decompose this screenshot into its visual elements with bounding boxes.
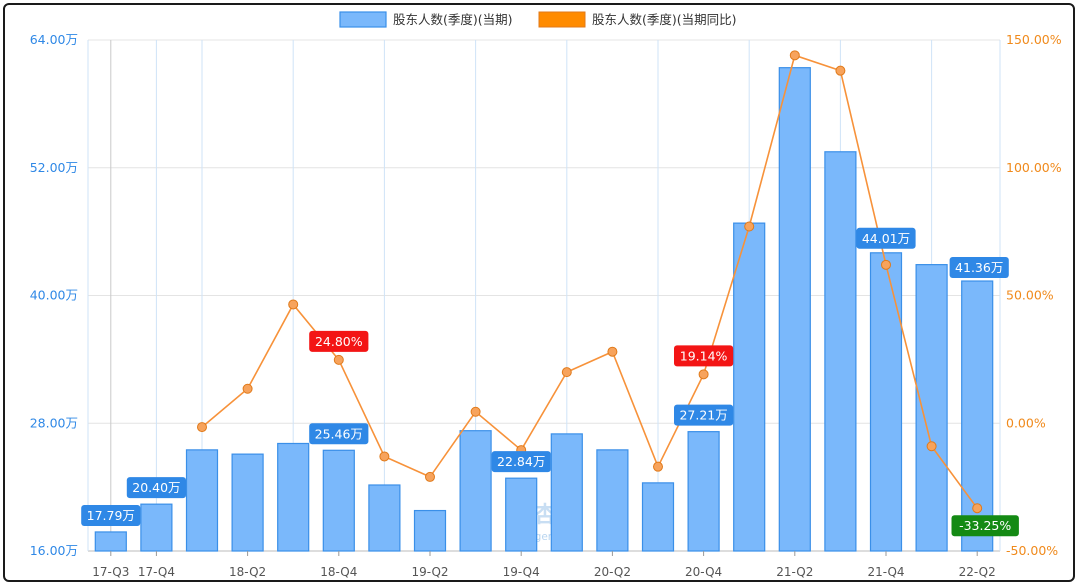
x-tick-label: 18-Q2 (229, 565, 266, 579)
line-point (425, 471, 435, 482)
x-tick-label: 21-Q2 (776, 565, 813, 579)
line-point (744, 221, 755, 232)
line-point (470, 406, 481, 417)
bar (687, 431, 720, 552)
bar (596, 449, 629, 552)
bar (413, 509, 447, 552)
bar (505, 477, 538, 552)
bar (824, 151, 857, 552)
y-left-tick-label: 28.00万 (30, 415, 78, 430)
bar (140, 503, 173, 552)
line-point (926, 441, 937, 452)
bar (915, 264, 948, 552)
legend-swatch-bars (339, 11, 387, 28)
y-right-tick-label: 50.00% (1006, 288, 1054, 303)
legend-label-bars: 股东人数(季度)(当期) (393, 12, 513, 27)
data-label-text: 17.79万 (87, 508, 135, 523)
data-label: 25.46万 (309, 423, 369, 445)
data-label-text: -33.25% (959, 518, 1011, 533)
y-right-tick-label: 100.00% (1006, 160, 1062, 175)
y-left-tick-label: 16.00万 (30, 543, 78, 558)
data-label-text: 27.21万 (679, 408, 727, 423)
data-label: 24.80% (309, 330, 369, 352)
x-tick-label: 19-Q2 (411, 565, 448, 579)
bar (641, 482, 675, 552)
line-point (379, 451, 390, 462)
bar (368, 484, 401, 552)
y-left-tick-label: 64.00万 (30, 32, 78, 47)
legend-swatch-line (538, 11, 586, 28)
bar (185, 449, 219, 552)
y-left-tick-label: 52.00万 (30, 160, 78, 175)
line-point (561, 367, 572, 378)
y-right-tick-label: 150.00% (1006, 32, 1062, 47)
bar (94, 531, 127, 552)
line-point (333, 354, 344, 365)
data-label-text: 19.14% (680, 348, 728, 363)
line-point (972, 503, 983, 514)
data-label: 17.79万 (81, 504, 141, 526)
bar (778, 67, 811, 552)
line-point (835, 65, 846, 76)
line-point (698, 369, 709, 380)
data-label: 20.40万 (126, 477, 186, 499)
x-tick-label: 20-Q4 (685, 565, 722, 579)
data-label-text: 41.36万 (955, 260, 1003, 275)
data-label-text: 20.40万 (132, 480, 180, 495)
chart: 理杏仁lixinger.com16.00万28.00万40.00万52.00万6… (30, 11, 1062, 579)
y-left-tick-label: 40.00万 (30, 288, 78, 303)
legend: 股东人数(季度)(当期) 股东人数(季度)(当期同比) (339, 11, 737, 28)
data-label: 27.21万 (674, 404, 734, 426)
y-right-tick-label: -50.00% (1006, 543, 1058, 558)
bar (869, 252, 903, 552)
x-tick-label: 17-Q3 (92, 565, 129, 579)
x-tick-label: 18-Q4 (320, 565, 357, 579)
data-label-text: 25.46万 (315, 426, 363, 441)
bar (322, 449, 355, 552)
bar (550, 433, 583, 552)
data-label: -33.25% (951, 515, 1019, 537)
data-label: 44.01万 (856, 227, 916, 249)
data-label: 41.36万 (949, 257, 1009, 279)
bar (277, 442, 310, 552)
bar (231, 453, 264, 552)
data-label: 22.84万 (491, 451, 551, 473)
line-point (607, 346, 618, 357)
line-point (789, 50, 800, 61)
y-right-tick-label: 0.00% (1006, 415, 1046, 430)
data-label-text: 24.80% (315, 334, 363, 349)
data-label: 19.14% (674, 345, 734, 367)
line-point (881, 259, 891, 270)
x-tick-label: 21-Q4 (867, 565, 904, 579)
x-tick-label: 22-Q2 (959, 565, 996, 579)
x-tick-label: 20-Q2 (594, 565, 631, 579)
legend-label-line: 股东人数(季度)(当期同比) (592, 12, 737, 27)
bar (733, 222, 766, 552)
bar (459, 430, 492, 552)
data-label-text: 44.01万 (862, 231, 910, 246)
x-tick-label: 17-Q4 (138, 565, 175, 579)
line-point (197, 422, 207, 433)
line-point (288, 299, 299, 310)
line-point (242, 383, 253, 394)
data-label-text: 22.84万 (497, 454, 545, 469)
x-tick-label: 19-Q4 (503, 565, 540, 579)
line-point (653, 461, 663, 472)
